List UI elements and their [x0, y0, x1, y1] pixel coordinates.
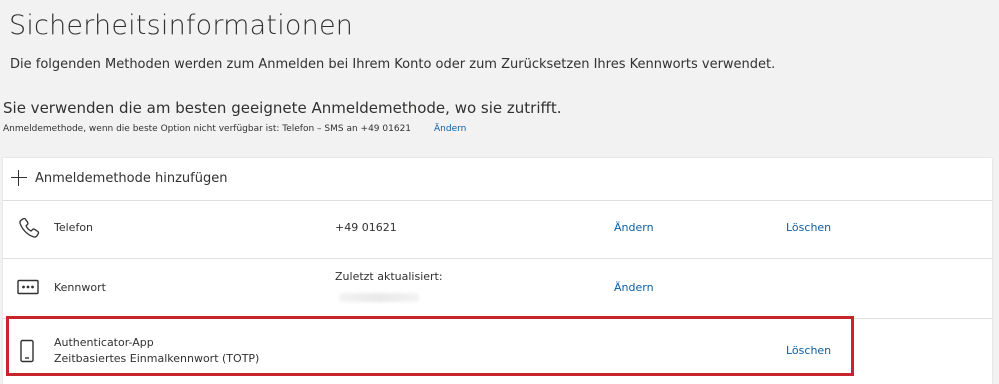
page-title: Sicherheitsinformationen	[9, 10, 354, 41]
change-default-method-link[interactable]: Ändern	[434, 124, 466, 134]
method-row-phone: Telefon +49 01621 Ändern Löschen	[3, 200, 992, 259]
security-info-page: Sicherheitsinformationen Die folgenden M…	[0, 0, 999, 384]
change-phone-link[interactable]: Ändern	[614, 221, 654, 234]
method-row-password: Kennwort Zuletzt aktualisiert: Ändern	[3, 259, 992, 319]
delete-phone-link[interactable]: Löschen	[786, 221, 831, 234]
page-description: Die folgenden Methoden werden zum Anmeld…	[10, 57, 776, 72]
method-value-phone: +49 01621	[335, 221, 397, 234]
method-label-authenticator: Authenticator-App	[54, 336, 154, 349]
plus-icon	[11, 170, 27, 186]
redacted-date	[339, 293, 419, 302]
add-method-label: Anmeldemethode hinzufügen	[35, 171, 228, 186]
password-last-updated-label: Zuletzt aktualisiert:	[335, 270, 443, 283]
default-method-fallback: Anmeldemethode, wenn die beste Option ni…	[3, 124, 412, 134]
password-icon	[17, 279, 39, 299]
phone-icon	[17, 216, 41, 244]
method-row-authenticator: Authenticator-App Zeitbasiertes Einmalke…	[3, 319, 992, 384]
change-password-link[interactable]: Ändern	[614, 281, 654, 294]
method-label-phone: Telefon	[54, 221, 94, 234]
default-method-heading: Sie verwenden die am besten geeignete An…	[3, 99, 562, 117]
delete-authenticator-link[interactable]: Löschen	[786, 344, 831, 357]
add-method-button[interactable]: Anmeldemethode hinzufügen	[3, 158, 992, 201]
methods-card: Anmeldemethode hinzufügen Telefon +49 01…	[3, 158, 992, 384]
mobile-device-icon	[17, 339, 37, 367]
method-sublabel-totp: Zeitbasiertes Einmalkennwort (TOTP)	[54, 352, 260, 365]
method-label-password: Kennwort	[54, 281, 106, 294]
